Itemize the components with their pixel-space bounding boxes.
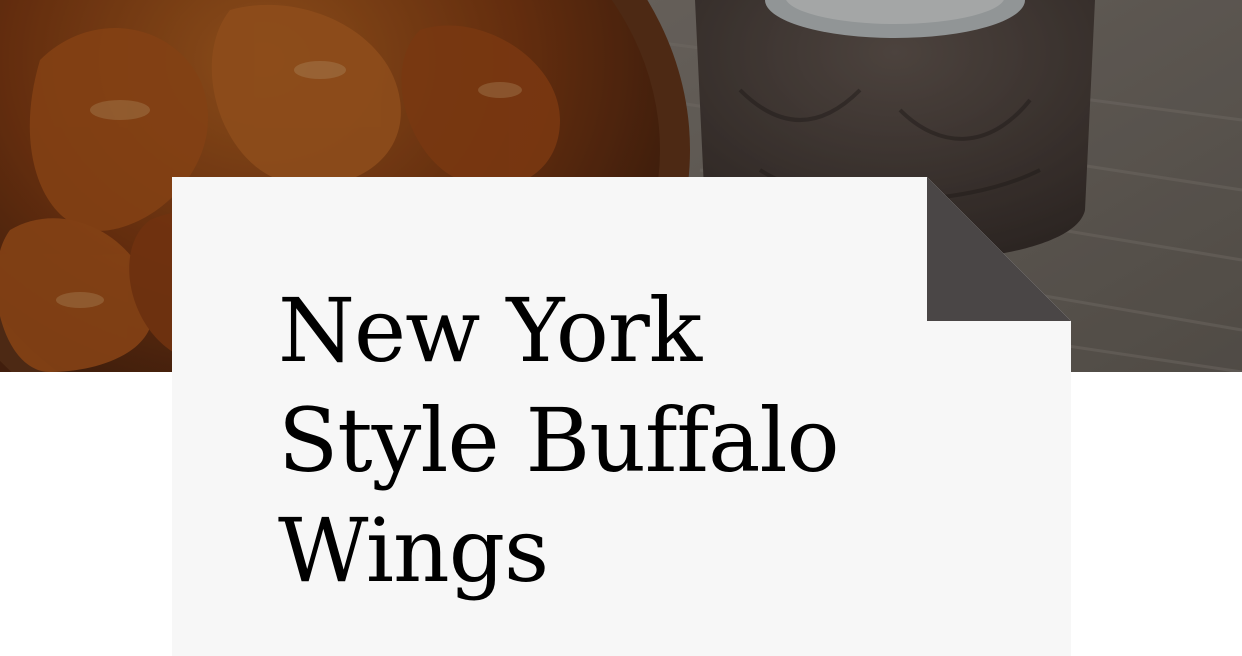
recipe-title-line: New York: [278, 279, 702, 382]
folded-corner: [927, 177, 1071, 321]
recipe-title-line: Style Buffalo: [278, 389, 840, 492]
recipe-title: New York Style Buffalo Wings: [278, 276, 918, 606]
recipe-page: New York Style Buffalo Wings: [0, 0, 1242, 656]
recipe-title-line: Wings: [278, 499, 549, 602]
